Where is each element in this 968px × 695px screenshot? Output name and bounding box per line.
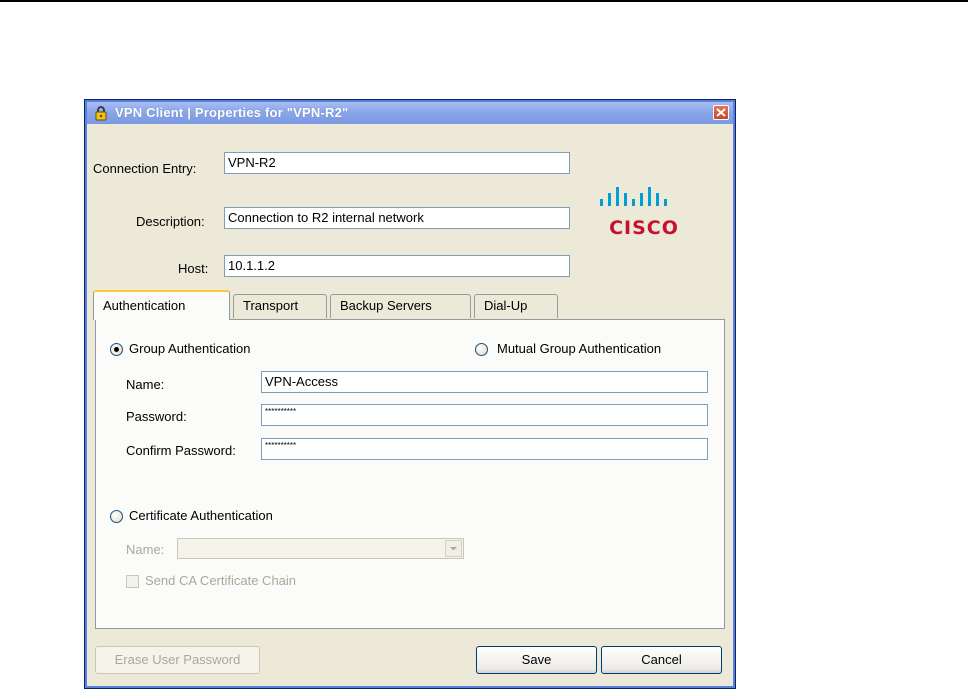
tab-backup-servers[interactable]: Backup Servers — [330, 294, 471, 318]
send-ca-chain-checkbox[interactable] — [126, 575, 139, 588]
cert-auth-radio[interactable] — [110, 510, 123, 523]
tab-dial-up[interactable]: Dial-Up — [474, 294, 558, 318]
mutual-group-auth-label[interactable]: Mutual Group Authentication — [497, 341, 661, 356]
group-name-label: Name: — [126, 377, 165, 392]
authentication-panel: Group Authentication Mutual Group Authen… — [95, 319, 725, 629]
close-button[interactable] — [713, 105, 729, 120]
cancel-button[interactable]: Cancel — [601, 646, 722, 674]
cisco-bars-icon — [600, 187, 667, 206]
password-field[interactable]: ********** — [261, 404, 708, 426]
cert-name-select[interactable] — [177, 538, 464, 559]
description-field[interactable]: Connection to R2 internal network — [224, 207, 570, 229]
connection-entry-label: Connection Entry: — [93, 161, 197, 176]
group-auth-label[interactable]: Group Authentication — [129, 341, 250, 356]
cisco-wordmark: CISCO — [609, 217, 679, 239]
save-button[interactable]: Save — [476, 646, 597, 674]
vpn-properties-dialog: VPN Client | Properties for "VPN-R2" Con… — [84, 99, 736, 689]
description-label: Description: — [136, 214, 205, 229]
padlock-icon — [93, 105, 109, 121]
cert-name-label: Name: — [126, 542, 165, 557]
send-ca-chain-label: Send CA Certificate Chain — [145, 573, 297, 588]
connection-entry-field[interactable]: VPN-R2 — [224, 152, 570, 174]
confirm-password-field[interactable]: ********** — [261, 438, 708, 460]
chevron-down-icon[interactable] — [445, 540, 462, 557]
window-title: VPN Client | Properties for "VPN-R2" — [115, 105, 349, 120]
host-label: Host: — [178, 261, 209, 276]
group-auth-radio[interactable] — [110, 343, 123, 356]
tab-transport[interactable]: Transport — [233, 294, 327, 318]
group-name-field[interactable]: VPN-Access — [261, 371, 708, 393]
cisco-logo: CISCO — [597, 187, 697, 241]
confirm-password-label: Confirm Password: — [126, 443, 236, 458]
mutual-group-auth-radio[interactable] — [475, 343, 488, 356]
password-label: Password: — [126, 409, 187, 424]
erase-user-password-button[interactable]: Erase User Password — [95, 646, 260, 674]
top-rule — [0, 0, 968, 2]
tab-authentication[interactable]: Authentication — [93, 290, 230, 320]
host-field[interactable]: 10.1.1.2 — [224, 255, 570, 277]
title-bar[interactable]: VPN Client | Properties for "VPN-R2" — [87, 102, 733, 124]
close-icon — [716, 108, 726, 117]
cert-auth-label[interactable]: Certificate Authentication — [129, 508, 273, 523]
